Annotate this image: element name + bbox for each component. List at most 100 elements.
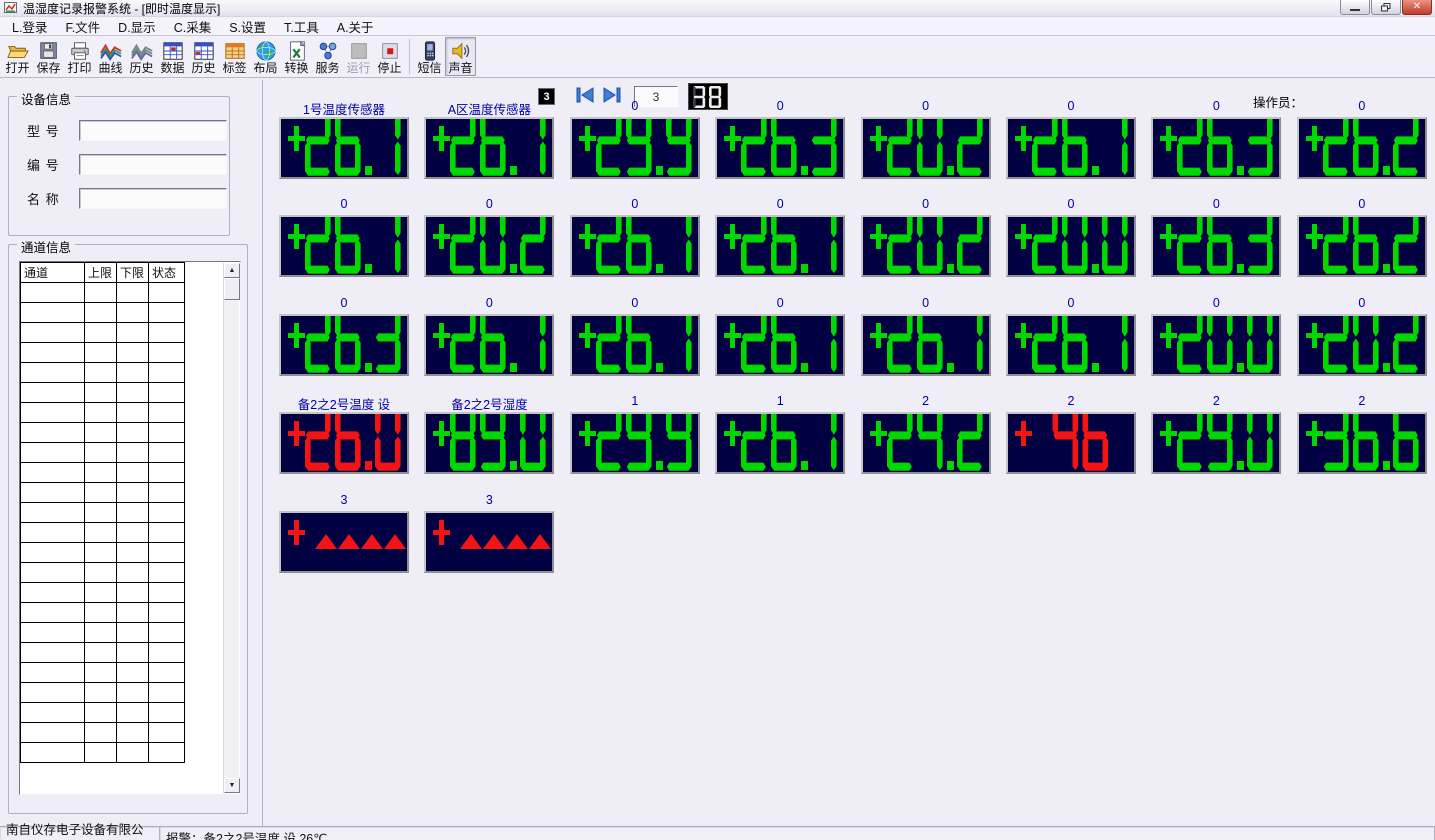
toolbar-button-save-floppy[interactable]: 保存 xyxy=(33,37,64,76)
toolbar-button-printer[interactable]: 打印 xyxy=(64,37,95,76)
menu-item[interactable]: C.采集 xyxy=(165,15,221,38)
led-display-cell: 1号温度传感器 xyxy=(279,99,409,179)
channel-row xyxy=(21,423,185,443)
led-display-cell: 0 xyxy=(570,296,700,376)
channel-table[interactable]: 通道上限下限状态 ▲ ▼ xyxy=(19,261,241,795)
display-label: 0 xyxy=(279,197,409,215)
menu-item[interactable]: L.登录 xyxy=(3,15,56,38)
toolbar-button-data-table[interactable]: 数据 xyxy=(157,37,188,76)
led-display-cell: 0 xyxy=(861,99,991,179)
toolbar-button-stop-square[interactable]: 停止 xyxy=(374,37,405,76)
channel-row xyxy=(21,703,185,723)
convert-excel-icon xyxy=(285,39,308,62)
channel-row xyxy=(21,343,185,363)
channel-col-header: 状态 xyxy=(149,263,185,283)
display-label: 2 xyxy=(861,394,991,412)
toolbar-button-curve-chart[interactable]: 曲线 xyxy=(95,37,126,76)
led-display-cell: 0 xyxy=(279,296,409,376)
scroll-up-icon[interactable]: ▲ xyxy=(224,263,240,278)
toolbar-button-label-grid[interactable]: 标签 xyxy=(219,37,250,76)
led-panel-value xyxy=(715,314,845,376)
channel-row xyxy=(21,623,185,643)
led-panel-value xyxy=(570,314,700,376)
channel-row xyxy=(21,443,185,463)
statusbar-alarm: 报警：备2之2号温度 设 26℃ xyxy=(160,827,1435,840)
scroll-down-icon[interactable]: ▼ xyxy=(224,778,240,793)
display-label: 0 xyxy=(861,296,991,314)
close-button[interactable]: ✕ xyxy=(1402,0,1432,15)
stop-square-icon xyxy=(378,39,401,62)
menu-item[interactable]: S.设置 xyxy=(220,15,275,38)
restore-button[interactable] xyxy=(1371,0,1401,15)
channel-row xyxy=(21,743,185,763)
channel-table-scrollbar[interactable]: ▲ ▼ xyxy=(223,263,239,793)
led-display-cell: 2 xyxy=(1297,394,1427,474)
toolbar-button-label: 曲线 xyxy=(98,62,122,75)
led-panel-value xyxy=(570,117,700,179)
device-field-input[interactable] xyxy=(79,120,227,141)
device-info-groupbox: 设备信息 型 号编 号名 称 xyxy=(8,96,230,236)
led-panel-value xyxy=(570,412,700,474)
channel-row xyxy=(21,303,185,323)
display-label: 0 xyxy=(861,99,991,117)
led-panel-value xyxy=(279,117,409,179)
toolbar-button-convert-excel[interactable]: 转换 xyxy=(281,37,312,76)
led-display-cell: 0 xyxy=(715,197,845,277)
led-panel-value xyxy=(424,314,554,376)
channel-row xyxy=(21,663,185,683)
led-display-cell: 0 xyxy=(1006,296,1136,376)
toolbar-separator xyxy=(409,39,410,74)
led-panel-value xyxy=(279,314,409,376)
display-label: 0 xyxy=(1297,197,1427,215)
led-display-cell: 0 xyxy=(861,197,991,277)
minimize-button[interactable] xyxy=(1340,0,1370,15)
display-label: 0 xyxy=(715,197,845,215)
toolbar-button-service-network[interactable]: 服务 xyxy=(312,37,343,76)
close-icon: ✕ xyxy=(1413,2,1421,12)
toolbar-button-sms-phone[interactable]: 短信 xyxy=(414,37,445,76)
channel-row xyxy=(21,463,185,483)
main-area: 设备信息 型 号编 号名 称 通道信息 通道上限下限状态 ▲ ▼ 1号温度传感器… xyxy=(0,80,1435,840)
scrollbar-thumb[interactable] xyxy=(224,278,240,300)
channel-col-header: 下限 xyxy=(117,263,149,283)
display-label: 3 xyxy=(279,493,409,511)
led-display-cell: 0 xyxy=(1006,99,1136,179)
led-panel-value xyxy=(715,117,845,179)
led-display-cell: 0 xyxy=(715,296,845,376)
display-label: 1 xyxy=(570,394,700,412)
display-label: 0 xyxy=(570,197,700,215)
led-panel-value xyxy=(861,117,991,179)
menu-item[interactable]: F.文件 xyxy=(56,15,109,38)
led-display-cell: 0 xyxy=(1297,296,1427,376)
menu-item[interactable]: D.显示 xyxy=(109,15,165,38)
channel-row xyxy=(21,403,185,423)
menu-item[interactable]: T.工具 xyxy=(275,15,328,38)
channel-row xyxy=(21,543,185,563)
toolbar-button-label: 运行 xyxy=(346,62,370,75)
toolbar-button-history-table[interactable]: 历史 xyxy=(188,37,219,76)
display-label: 0 xyxy=(1297,99,1427,117)
led-panel-value xyxy=(1151,412,1281,474)
led-panel-value xyxy=(1151,314,1281,376)
toolbar-button-open-folder[interactable]: 打开 xyxy=(2,37,33,76)
led-panel-value xyxy=(715,215,845,277)
led-panel-value xyxy=(1151,215,1281,277)
led-panel-value xyxy=(861,314,991,376)
menu-item[interactable]: A.关于 xyxy=(328,15,383,38)
curve-chart-icon xyxy=(99,39,122,62)
channel-row xyxy=(21,483,185,503)
led-panel-value xyxy=(1151,117,1281,179)
toolbar-button-sound-speaker[interactable]: 声音 xyxy=(445,37,476,76)
sms-phone-icon xyxy=(418,39,441,62)
display-label: 2 xyxy=(1151,394,1281,412)
toolbar-button-run-square[interactable]: 运行 xyxy=(343,37,374,76)
device-field-label: 型 号 xyxy=(27,121,79,140)
toolbar-button-layout-globe[interactable]: 布局 xyxy=(250,37,281,76)
toolbar-button-label: 历史 xyxy=(129,62,153,75)
display-label: 0 xyxy=(1151,296,1281,314)
device-field-input[interactable] xyxy=(79,188,227,209)
led-panel-value xyxy=(424,117,554,179)
device-field-input[interactable] xyxy=(79,154,227,175)
toolbar-button-history-curve[interactable]: 历史 xyxy=(126,37,157,76)
app-icon xyxy=(4,1,18,15)
